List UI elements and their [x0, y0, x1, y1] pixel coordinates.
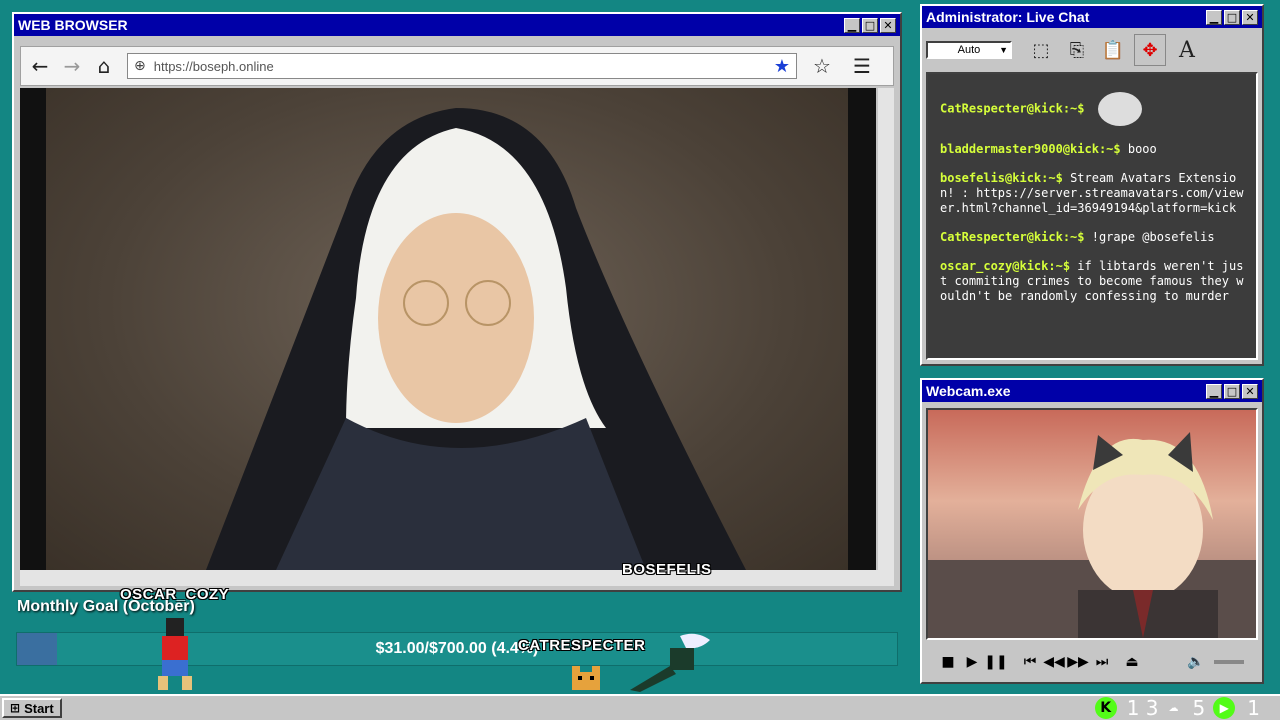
chat-text: booo: [1127, 142, 1157, 156]
media-controls: ■ ▶ ❚❚ ⏮ ◀◀ ▶▶ ⏭ ⏏ 🔈: [926, 646, 1258, 678]
maximize-button[interactable]: □: [1224, 9, 1240, 25]
maximize-button[interactable]: □: [862, 17, 878, 33]
vertical-scrollbar[interactable]: [878, 88, 894, 570]
fast-forward-icon[interactable]: ▶▶: [1066, 654, 1090, 670]
close-button[interactable]: ✕: [1242, 9, 1258, 25]
chat-username: bosefelis@kick:~$: [940, 171, 1063, 185]
chat-titlebar[interactable]: Administrator: Live Chat ▁ □ ✕: [922, 6, 1262, 28]
home-icon[interactable]: ⌂: [91, 53, 117, 79]
close-button[interactable]: ✕: [1242, 383, 1258, 399]
system-tray: K 1 3 ☁ 5 ▶ 1: [1094, 696, 1260, 720]
bookmark-star-filled-icon[interactable]: ★: [774, 56, 790, 77]
url-text: https://boseph.online: [153, 58, 274, 74]
skip-back-icon[interactable]: ⏮: [1018, 654, 1042, 670]
browser-toolbar: ← → ⌂ ⊕ https://boseph.online ★ ☆ ☰: [20, 46, 894, 86]
chat-message: oscar_cozy@kick:~$ if libtards weren't j…: [940, 259, 1248, 304]
close-button[interactable]: ✕: [880, 17, 896, 33]
maximize-button[interactable]: □: [1224, 383, 1240, 399]
volume-slider[interactable]: [1214, 660, 1244, 664]
play-circle-icon[interactable]: ▶: [1213, 697, 1236, 719]
chat-message: CatRespecter@kick:~$ !grape @bosefelis: [940, 230, 1248, 245]
pause-icon[interactable]: ❚❚: [984, 654, 1008, 670]
menu-icon[interactable]: ☰: [849, 53, 875, 79]
avatar-sprite-catrespecter: [570, 666, 602, 692]
chat-message: bosefelis@kick:~$ Stream Avatars Extensi…: [940, 171, 1248, 216]
stop-icon[interactable]: ■: [936, 654, 960, 670]
page-viewport: [20, 88, 876, 570]
taskbar: ⊞ Start K 1 3 ☁ 5 ▶ 1: [0, 694, 1280, 720]
chat-username: CatRespecter@kick:~$: [940, 101, 1085, 116]
chat-text: !grape @bosefelis: [1091, 230, 1215, 244]
copy-icon[interactable]: ⎘: [1062, 35, 1092, 65]
horizontal-scrollbar[interactable]: [20, 570, 894, 586]
avatar-sprite-oscar: [148, 610, 204, 690]
tray-counter-right: 5: [1192, 696, 1206, 720]
chat-window: Administrator: Live Chat ▁ □ ✕ Auto ▼ ⬚ …: [920, 4, 1264, 366]
select-icon[interactable]: ⬚: [1026, 35, 1056, 65]
favorites-star-icon[interactable]: ☆: [809, 53, 835, 79]
eject-icon[interactable]: ⏏: [1120, 654, 1144, 670]
chat-message: bladdermaster9000@kick:~$ booo: [940, 142, 1248, 157]
start-label: Start: [24, 700, 54, 716]
chat-toolbar: Auto ▼ ⬚ ⎘ 📋 ✥ A: [922, 28, 1262, 72]
skip-forward-icon[interactable]: ⏭: [1090, 654, 1114, 670]
vtuber-avatar: [928, 432, 1256, 638]
volume-icon[interactable]: 🔈: [1184, 654, 1208, 670]
browser-titlebar[interactable]: WEB BROWSER ▁ □ ✕: [14, 14, 900, 36]
webcam-feed: [926, 408, 1258, 640]
avatar-label-oscar: OSCAR_COZY: [120, 586, 230, 603]
avatar-sprite-runner: [620, 630, 716, 692]
globe-icon: ⊕: [134, 58, 146, 74]
font-select[interactable]: Auto ▼: [926, 41, 1012, 59]
rewind-icon[interactable]: ◀◀: [1042, 654, 1066, 670]
webcam-title: Webcam.exe: [926, 383, 1011, 399]
chevron-down-icon: ▼: [999, 45, 1008, 55]
chat-message: CatRespecter@kick:~$: [940, 92, 1248, 128]
chat-username: bladdermaster9000@kick:~$: [940, 142, 1121, 156]
nun-portrait: [206, 108, 746, 570]
chat-title: Administrator: Live Chat: [926, 9, 1090, 25]
kick-logo-icon[interactable]: K: [1094, 697, 1117, 719]
play-icon[interactable]: ▶: [960, 654, 984, 670]
browser-title: WEB BROWSER: [18, 17, 128, 33]
webcam-titlebar[interactable]: Webcam.exe ▁ □ ✕: [922, 380, 1262, 402]
paste-icon[interactable]: 📋: [1098, 35, 1128, 65]
font-icon[interactable]: A: [1172, 35, 1202, 65]
portrait-image: [46, 88, 848, 570]
minimize-button[interactable]: ▁: [844, 17, 860, 33]
tray-counter-left: 1 3: [1126, 696, 1159, 720]
chat-log[interactable]: CatRespecter@kick:~$ bladdermaster9000@k…: [926, 72, 1258, 360]
forward-arrow-icon[interactable]: →: [59, 53, 85, 79]
chat-username: oscar_cozy@kick:~$: [940, 259, 1071, 273]
tray-count: 1: [1247, 696, 1260, 720]
font-select-value: Auto: [957, 44, 981, 56]
move-icon[interactable]: ✥: [1134, 34, 1166, 66]
browser-window: WEB BROWSER ▁ □ ✕ ← → ⌂ ⊕ https://boseph…: [12, 12, 902, 592]
windows-logo-icon: ⊞: [10, 701, 21, 715]
cat-emote-image: [1097, 92, 1142, 126]
cozy-icon: ☁: [1168, 702, 1179, 714]
minimize-button[interactable]: ▁: [1206, 9, 1222, 25]
chat-username: CatRespecter@kick:~$: [940, 230, 1085, 244]
start-button[interactable]: ⊞ Start: [2, 698, 62, 718]
address-bar[interactable]: ⊕ https://boseph.online ★: [127, 53, 797, 79]
minimize-button[interactable]: ▁: [1206, 383, 1222, 399]
webcam-window: Webcam.exe ▁ □ ✕ ■ ▶ ❚❚ ⏮ ◀◀ ▶▶ ⏭ ⏏ 🔈: [920, 378, 1264, 684]
back-arrow-icon[interactable]: ←: [27, 53, 53, 79]
avatar-label-bosefelis: BOSEFELIS: [622, 561, 712, 578]
